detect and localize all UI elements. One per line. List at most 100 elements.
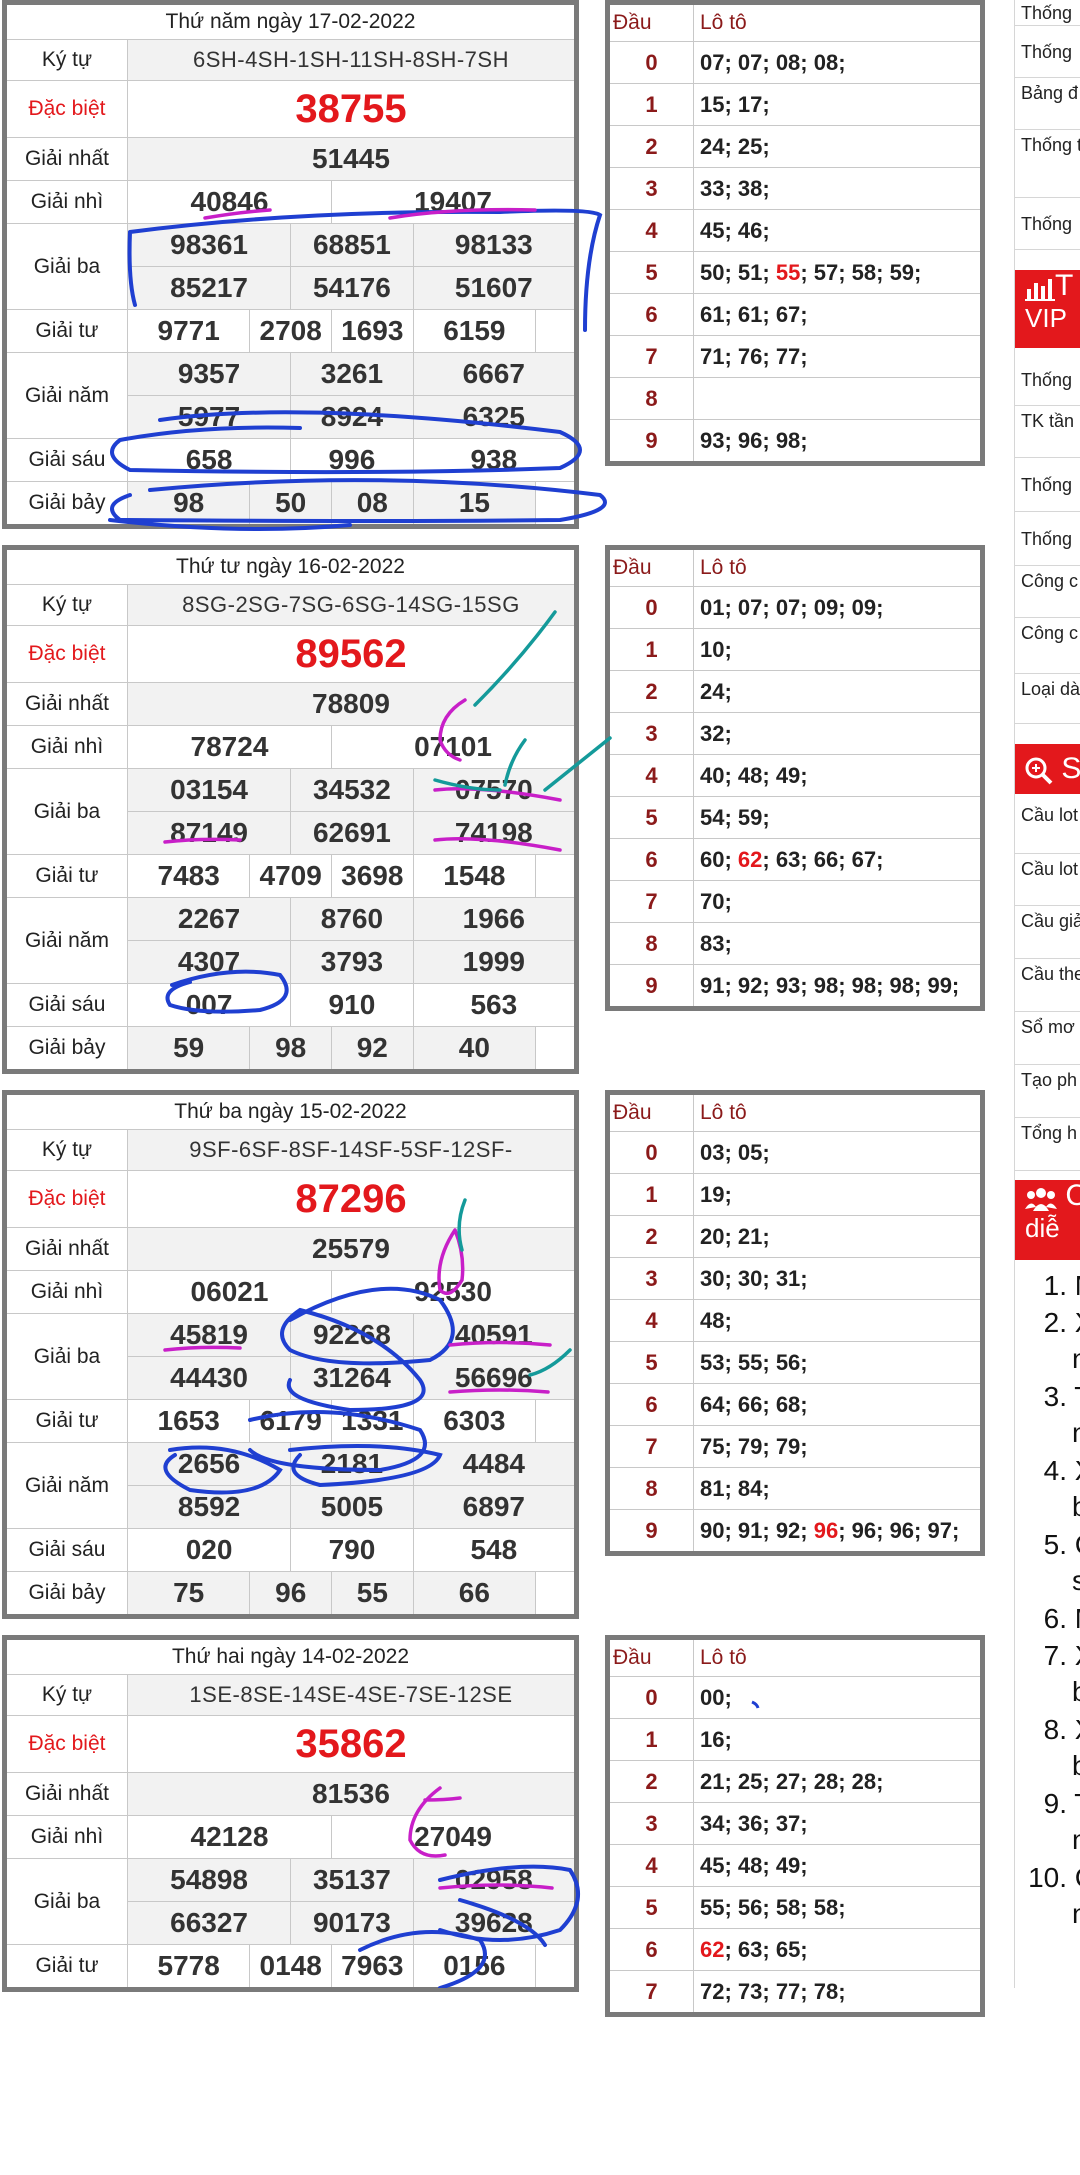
sidebar-vip-header[interactable]: T VIP bbox=[1015, 270, 1080, 348]
loto-dau-text: 1 bbox=[645, 636, 658, 662]
sixth-prize-text: 910 bbox=[328, 989, 376, 1020]
forum-list-item[interactable]: 8. Xs bìn bbox=[1015, 1712, 1080, 1784]
loto-dau-text: 5 bbox=[645, 259, 658, 285]
second-prize: 07101 bbox=[331, 725, 577, 769]
forum-list-number: 8. bbox=[1043, 1714, 1067, 1745]
loto-dau-text: 5 bbox=[645, 1349, 658, 1375]
forum-list-item[interactable]: 3. Th ng bbox=[1015, 1379, 1080, 1451]
loto-part: 24; 25; bbox=[700, 133, 770, 159]
third-prize: 90173 bbox=[290, 1901, 414, 1945]
forum-list-item[interactable]: 9. Th ng bbox=[1015, 1786, 1080, 1858]
loto-dau: 3 bbox=[607, 167, 694, 210]
label-special-text: Đặc biệt bbox=[28, 642, 106, 665]
second-prize: 27049 bbox=[331, 1815, 577, 1859]
first-prize-text: 25579 bbox=[312, 1233, 390, 1264]
forum-list-item[interactable]: 6. Mơ bbox=[1015, 1601, 1080, 1637]
forum-list-number: 6. bbox=[1043, 1603, 1067, 1634]
forum-list-item[interactable]: 7. Xs bìn bbox=[1015, 1638, 1080, 1710]
forum-list-text-2: bìn bbox=[1072, 1676, 1080, 1707]
loto-values: 45; 48; 49; bbox=[693, 1844, 983, 1887]
loto-dau: 4 bbox=[607, 1844, 694, 1887]
loto-dau: 2 bbox=[607, 1760, 694, 1803]
second-prize: 40846 bbox=[126, 180, 333, 224]
second-prize-text: 06021 bbox=[190, 1276, 269, 1307]
sidebar-soi-header[interactable]: S bbox=[1015, 744, 1080, 794]
fifth-prize-text: 6897 bbox=[462, 1491, 525, 1522]
users-icon bbox=[1025, 1188, 1057, 1212]
loto-part: ; 63; 66; 67; bbox=[762, 846, 884, 872]
sidebar-link[interactable]: Cầu giả bbox=[1015, 906, 1080, 959]
loto-row: 3 33; 38; bbox=[607, 167, 983, 210]
sidebar-link[interactable]: Thống bbox=[1015, 26, 1080, 78]
loto-dau-text: 1 bbox=[645, 1726, 658, 1752]
loto-highlight: 62 bbox=[737, 846, 763, 872]
loto-dau-text: 8 bbox=[645, 385, 658, 411]
forum-list-text: Th bbox=[1074, 1788, 1080, 1819]
label-sixth-text: Giải sáu bbox=[28, 1538, 106, 1561]
loto-dau-text: 2 bbox=[645, 1223, 658, 1249]
loto-part: 53; 55; 56; bbox=[700, 1349, 808, 1375]
sidebar-link[interactable]: Tổng h bbox=[1015, 1118, 1080, 1171]
forum-list-item[interactable]: 5. Cầ sá bbox=[1015, 1527, 1080, 1599]
sidebar-link[interactable]: Bảng đ bbox=[1015, 78, 1080, 130]
forum-list-item[interactable]: 10. Cầ nă bbox=[1015, 1860, 1080, 1932]
forum-list-item[interactable]: 1. Mơ bbox=[1015, 1268, 1080, 1304]
seventh-prize: 75 bbox=[126, 1571, 251, 1617]
fourth-prize-text: 6303 bbox=[443, 1405, 506, 1436]
fourth-prize: 1693 bbox=[331, 309, 414, 353]
forum-list-item[interactable]: 4. Xs bìn bbox=[1015, 1453, 1080, 1525]
loto-dau: 1 bbox=[607, 628, 694, 671]
forum-list-item[interactable]: 2. Xs nin bbox=[1015, 1305, 1080, 1377]
sixth-prize: 910 bbox=[290, 983, 414, 1027]
sidebar-link[interactable]: Thống bbox=[1015, 512, 1080, 566]
forum-list-text: Xs bbox=[1075, 1714, 1080, 1745]
draw-block: Thứ ba ngày 15-02-2022 Ký tự 9SF-6SF-8SF-1… bbox=[0, 1090, 1080, 1630]
loto-values: 50; 51; 55; 57; 58; 59; bbox=[693, 251, 983, 294]
third-prize: 44430 bbox=[126, 1356, 292, 1400]
sidebar-link[interactable]: Cầu the bbox=[1015, 959, 1080, 1012]
loto-dau-text: 7 bbox=[645, 1433, 658, 1459]
label-special-text: Đặc biệt bbox=[28, 97, 106, 120]
special-prize: 35862 bbox=[126, 1715, 578, 1773]
sidebar-link[interactable]: Sổ mơ bbox=[1015, 1012, 1080, 1065]
sidebar-link[interactable]: Cầu lot bbox=[1015, 800, 1080, 854]
loto-dau: 8 bbox=[607, 922, 694, 965]
loto-values bbox=[693, 377, 983, 420]
sidebar-link[interactable]: Thống bbox=[1015, 198, 1080, 250]
sidebar-link[interactable]: Thống bbox=[1015, 0, 1080, 26]
loto-part: 71; 76; 77; bbox=[700, 343, 808, 369]
loto-values: 33; 38; bbox=[693, 167, 983, 210]
label-seventh: Giải bảy bbox=[4, 1026, 128, 1072]
loto-part: 48; bbox=[700, 1307, 732, 1333]
sixth-prize: 938 bbox=[412, 438, 578, 482]
sidebar-link[interactable]: Tạo ph bbox=[1015, 1065, 1080, 1118]
sidebar-link[interactable]: Công c bbox=[1015, 566, 1080, 618]
label-second-text: Giải nhì bbox=[30, 1280, 104, 1303]
loto-part: 21; 25; 27; 28; 28; bbox=[700, 1768, 884, 1794]
sidebar-link[interactable]: TK tần bbox=[1015, 406, 1080, 458]
sidebar-link[interactable]: Công c VIP bbox=[1015, 618, 1080, 674]
loto-head-dau: Đầu bbox=[607, 2, 694, 42]
sixth-prize-text: 790 bbox=[328, 1534, 376, 1565]
loto-dau-text: 8 bbox=[645, 1475, 658, 1501]
label-third: Giải ba bbox=[4, 768, 128, 855]
loto-values: 55; 56; 58; 58; bbox=[693, 1886, 983, 1929]
third-prize-text: 56696 bbox=[454, 1362, 533, 1393]
sidebar-link[interactable]: Thống bbox=[1015, 458, 1080, 512]
sidebar-link[interactable]: Cầu lot bbox=[1015, 854, 1080, 906]
sidebar-link[interactable]: Loại dà bbox=[1015, 674, 1080, 724]
forum-list-text-2: nă bbox=[1072, 1898, 1080, 1929]
third-prize-text: 54176 bbox=[312, 272, 391, 303]
loto-dau-text: 4 bbox=[645, 217, 658, 243]
third-prize: 07570 bbox=[412, 768, 578, 812]
sidebar-link[interactable]: Thống theo Đ bbox=[1015, 130, 1080, 198]
second-prize-text: 07101 bbox=[414, 731, 492, 762]
label-sixth-text: Giải sáu bbox=[28, 993, 106, 1016]
third-prize-text: 98133 bbox=[454, 229, 533, 260]
sidebar-link[interactable]: Thống bbox=[1015, 354, 1080, 406]
loto-dau-text: 4 bbox=[645, 1307, 658, 1333]
sidebar-forum-header[interactable]: Cdiễ bbox=[1015, 1180, 1080, 1260]
fourth-prize-text: 6179 bbox=[259, 1405, 322, 1436]
sixth-prize-text: 938 bbox=[470, 444, 518, 475]
loto-part: 90; 91; 92; bbox=[700, 1517, 814, 1543]
